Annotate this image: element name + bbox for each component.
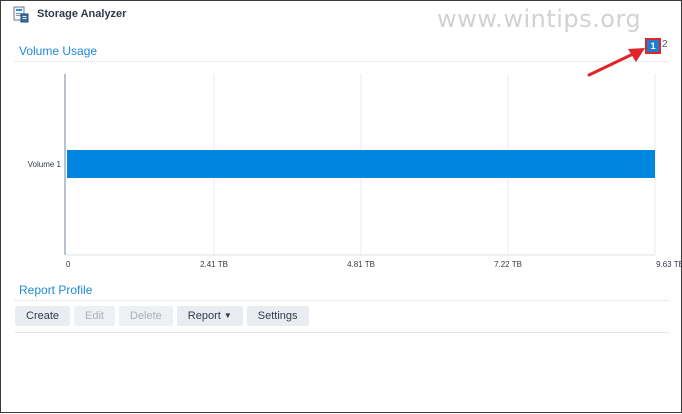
report-button-label: Report	[187, 310, 221, 322]
volume-usage-chart: 0 2.41 TB 4.81 TB 7.22 TB 9.63 TB Volume 1	[28, 74, 682, 269]
chart-x-tick-label: 7.22 TB	[494, 260, 522, 269]
chart-x-tick-label: 4.81 TB	[347, 260, 375, 269]
chevron-down-icon: ▼	[223, 311, 232, 320]
create-button[interactable]: Create	[15, 306, 71, 326]
watermark-text: www.wintips.org	[437, 5, 642, 33]
chart-x-tick-label: 2.41 TB	[200, 260, 228, 269]
report-profile-title: Report Profile	[19, 283, 93, 297]
window-title: Storage Analyzer	[37, 8, 127, 20]
chart-category-label: Volume 1	[28, 160, 62, 169]
pager-page-2[interactable]: 2	[662, 39, 668, 50]
settings-button[interactable]: Settings	[246, 306, 309, 326]
report-toolbar: Create Edit Delete Report ▼ Settings	[15, 306, 309, 326]
storage-analyzer-window: Storage Analyzer www.wintips.org Volume …	[0, 0, 682, 413]
chart-bar-volume	[67, 150, 655, 178]
toolbar-divider	[15, 332, 669, 333]
chart-x-tick-label: 0	[66, 260, 71, 269]
report-dropdown-button[interactable]: Report ▼	[176, 306, 243, 326]
delete-button[interactable]: Delete	[119, 306, 173, 326]
edit-button[interactable]: Edit	[74, 306, 115, 326]
chart-x-tick-label: 9.63 TB	[656, 260, 682, 269]
volume-usage-divider	[15, 61, 669, 62]
report-profile-divider	[15, 300, 669, 301]
volume-usage-title: Volume Usage	[19, 44, 98, 58]
storage-analyzer-icon	[13, 6, 29, 23]
red-arrow-annotation	[587, 48, 645, 77]
